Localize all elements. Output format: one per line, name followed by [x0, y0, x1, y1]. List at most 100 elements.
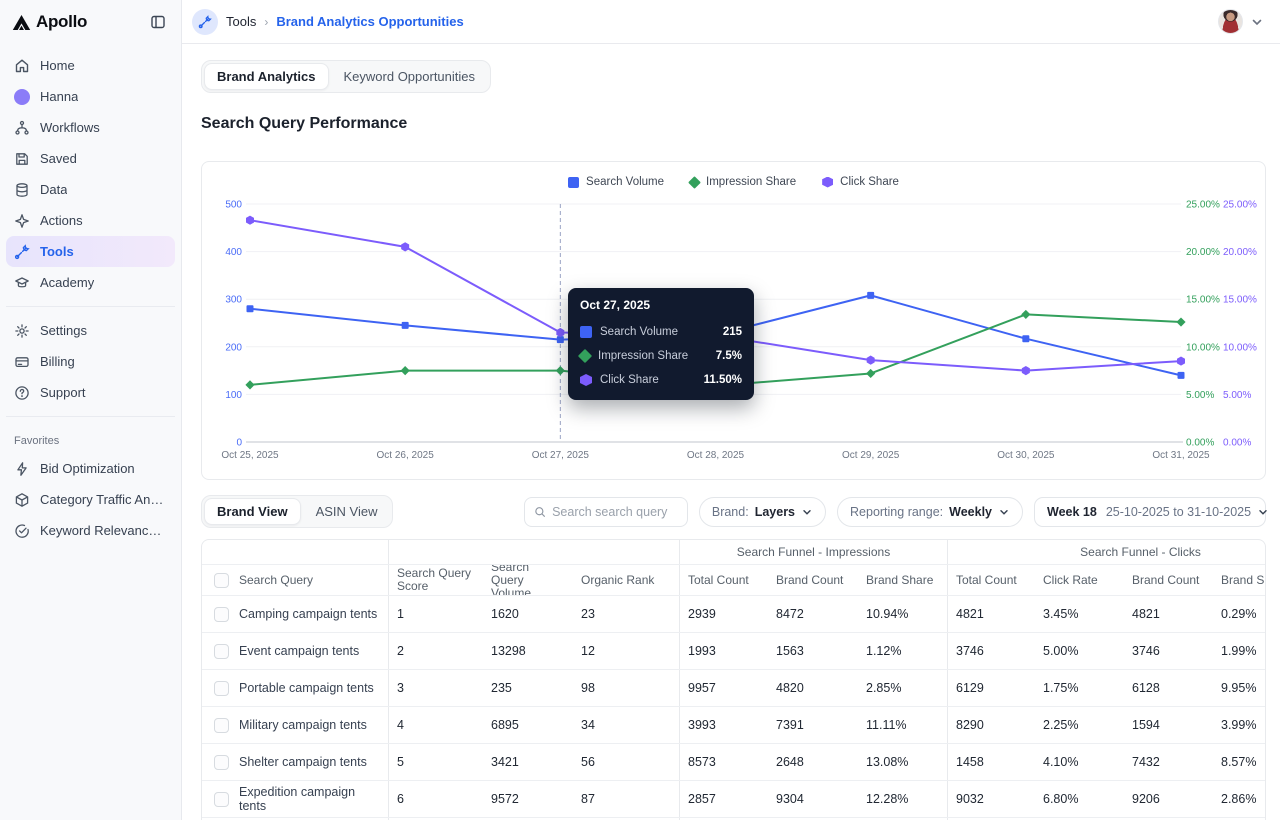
save-icon: [14, 151, 30, 167]
svg-text:5.00%: 5.00%: [1186, 390, 1214, 401]
apollo-logo[interactable]: Apollo: [12, 12, 87, 32]
chevron-down-icon: [998, 506, 1010, 518]
search-query-searchbox[interactable]: [523, 496, 688, 527]
breadcrumb-current-page: Brand Analytics Opportunities: [276, 14, 464, 29]
table-cell: 1993: [679, 633, 768, 669]
svg-text:Oct 27, 2025: Oct 27, 2025: [532, 450, 590, 461]
svg-text:0.00%: 0.00%: [1186, 438, 1214, 449]
table-cell: 7391: [776, 718, 804, 732]
search-query-name: Event campaign tents: [239, 644, 360, 658]
cube-icon: [14, 492, 30, 508]
row-checkbox[interactable]: [214, 643, 229, 659]
week-selector-dropdown[interactable]: Week 18 25-10-2025 to 31-10-2025: [1034, 496, 1267, 527]
sidebar-item-bid-optimization[interactable]: Bid Optimization: [6, 453, 175, 484]
sidebar-item-category-traffic-analytics[interactable]: Category Traffic Analytics: [6, 484, 175, 515]
column-header-label: Search Query: [239, 572, 314, 587]
row-checkbox[interactable]: [214, 717, 229, 733]
table-cell: 9572: [491, 792, 519, 806]
sidebar-collapse-icon[interactable]: [147, 11, 169, 33]
table-cell: 8290: [947, 707, 1035, 743]
table-cell: 5.00%: [1043, 644, 1079, 658]
table-row[interactable]: Military campaign tents 4 6895 34 3993 7391 11…: [202, 706, 1265, 743]
table-row[interactable]: Shelter campaign tents 5 3421 56 8573 2648 13.…: [202, 743, 1265, 780]
legend-search-volume[interactable]: Search Volume: [568, 176, 664, 188]
svg-text:15.00%: 15.00%: [1223, 295, 1257, 306]
sidebar-item-home[interactable]: Home: [6, 50, 175, 81]
sidebar-item-billing[interactable]: Billing: [6, 346, 175, 377]
svg-text:300: 300: [225, 295, 242, 306]
table-cell: 9304: [776, 792, 804, 806]
legend-impression-share[interactable]: Impression Share: [688, 175, 796, 189]
sidebar-item-academy[interactable]: Academy: [6, 267, 175, 298]
table-cell: 1.99%: [1221, 644, 1257, 658]
breadcrumb-tools-icon: [192, 8, 218, 35]
table-cell: 10.94%: [866, 607, 909, 621]
table-cell: 1563: [776, 644, 804, 658]
breadcrumb-section[interactable]: Tools: [226, 14, 256, 29]
tab-asin-view[interactable]: ASIN View: [303, 498, 391, 525]
column-header-3: Organic Rank: [573, 565, 679, 595]
home-icon: [14, 58, 30, 74]
table-cell: Camping campaign tents: [202, 596, 388, 632]
column-header-label: Search Query Volume: [491, 565, 532, 595]
table-cell: 56: [581, 755, 595, 769]
svg-text:10.00%: 10.00%: [1186, 342, 1220, 353]
sidebar-item-data[interactable]: Data: [6, 174, 175, 205]
search-query-table: Search Funnel - Impressions Search Funnel…: [201, 539, 1266, 820]
user-menu-chevron-icon[interactable]: [1250, 15, 1264, 29]
group-header-clicks: Search Funnel - Clicks: [947, 540, 1265, 564]
reporting-range-dropdown[interactable]: Reporting range: Weekly: [837, 496, 1023, 527]
page-title: Search Query Performance: [201, 115, 408, 132]
tab-brand-analytics[interactable]: Brand Analytics: [204, 63, 329, 90]
database-icon: [14, 182, 30, 198]
sidebar-item-settings[interactable]: Settings: [6, 315, 175, 346]
table-cell: 5: [388, 744, 483, 780]
column-header-label: Search Query Score: [397, 566, 472, 593]
table-cell: Military campaign tents: [202, 707, 388, 743]
sidebar-item-keyword-relevancy-checker[interactable]: Keyword Relevancy Checker: [6, 515, 175, 546]
table-row[interactable]: Event campaign tents 2 13298 12 1993 1563 1.12…: [202, 632, 1265, 669]
column-header-9: Brand Count: [1124, 565, 1213, 595]
column-header-label: Organic Rank: [581, 572, 655, 587]
column-header-6: Brand Share: [858, 565, 947, 595]
table-header-row: Search Query Search Query Score Search Que…: [202, 564, 1265, 595]
table-cell: 2939: [679, 596, 768, 632]
table-row[interactable]: Portable campaign tents 3 235 98 9957 4820 2.8…: [202, 669, 1265, 706]
table-cell: 9206: [1132, 792, 1160, 806]
svg-text:Oct 25, 2025: Oct 25, 2025: [221, 450, 279, 461]
table-cell: 4821: [1132, 607, 1160, 621]
row-checkbox[interactable]: [214, 791, 229, 807]
sidebar-item-tools[interactable]: Tools: [6, 236, 175, 267]
row-checkbox[interactable]: [214, 606, 229, 622]
sidebar-item-hanna[interactable]: Hanna: [6, 81, 175, 112]
academy-icon: [14, 275, 30, 291]
sidebar-item-workflows[interactable]: Workflows: [6, 112, 175, 143]
table-cell: 9032: [947, 781, 1035, 817]
select-all-checkbox[interactable]: [214, 572, 229, 588]
table-cell: 87: [581, 792, 595, 806]
table-cell: 6: [388, 781, 483, 817]
column-header-5: Brand Count: [768, 565, 858, 595]
search-query-name: Expedition campaign tents: [239, 785, 356, 813]
tab-brand-view[interactable]: Brand View: [204, 498, 301, 525]
sidebar-item-actions[interactable]: Actions: [6, 205, 175, 236]
table-cell: 12: [581, 644, 595, 658]
sidebar-item-support[interactable]: Support: [6, 377, 175, 408]
table-row[interactable]: Expedition campaign tents 6 9572 87 2857 9304…: [202, 780, 1265, 817]
table-cell: 6.80%: [1043, 792, 1079, 806]
search-input[interactable]: [552, 504, 678, 519]
table-row[interactable]: Camping campaign tents 1 1620 23 2939 8472 10.…: [202, 595, 1265, 632]
brand-filter-dropdown[interactable]: Brand: Layers: [698, 496, 827, 527]
row-checkbox[interactable]: [214, 680, 229, 696]
column-header-1: Search Query Score: [388, 565, 483, 595]
row-checkbox[interactable]: [214, 754, 229, 770]
click-share-swatch-icon: [822, 176, 834, 188]
table-cell: 2.85%: [866, 681, 902, 695]
sidebar-item-saved[interactable]: Saved: [6, 143, 175, 174]
table-cell: 1.12%: [866, 644, 902, 658]
table-cell: 13298: [491, 644, 526, 658]
user-avatar[interactable]: [1218, 9, 1243, 34]
legend-click-share[interactable]: Click Share: [822, 176, 899, 188]
tab-keyword-opportunities[interactable]: Keyword Opportunities: [331, 63, 489, 90]
